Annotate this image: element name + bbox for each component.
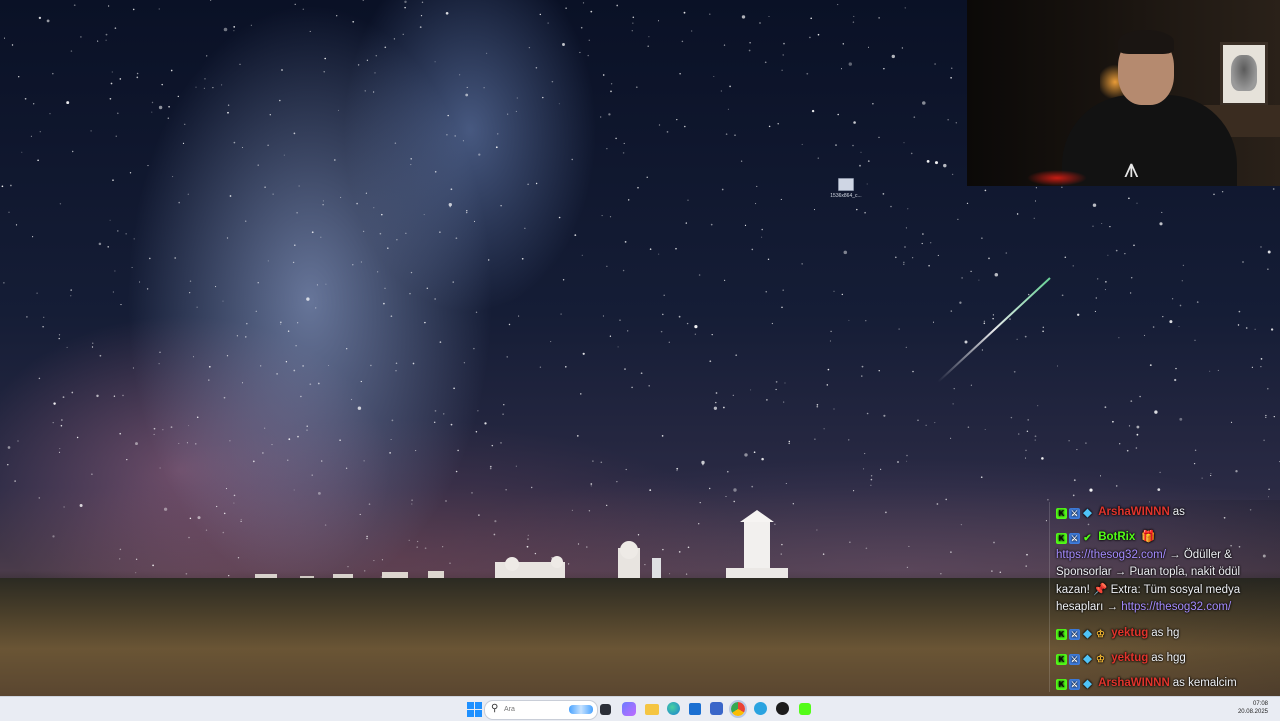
chat-username[interactable]: ArshaWINNN [1098, 677, 1170, 689]
gem-badge-icon: ◆ [1083, 507, 1092, 519]
chat-text: as hgg [1151, 652, 1186, 664]
search-icon: ⚲ [491, 703, 499, 714]
desktop-file-icon[interactable]: 1536x864_c... [826, 178, 866, 199]
meteor-streak [937, 277, 1051, 383]
clock-time: 07:08 [1252, 701, 1268, 707]
moderator-badge-icon: ⚔ [1069, 533, 1080, 544]
image-file-icon [838, 178, 854, 191]
search-input[interactable] [504, 703, 554, 715]
chat-link[interactable]: https://thesog32.com/ [1056, 549, 1166, 561]
edge-icon[interactable] [667, 702, 680, 715]
chat-username[interactable]: yektug [1111, 627, 1148, 639]
start-windows-icon[interactable] [466, 701, 482, 717]
desktop-file-label: 1536x864_c... [830, 193, 862, 199]
kick-badge-icon: K [1056, 679, 1067, 690]
pin-icon: 📌 [1093, 583, 1108, 596]
chat-text: as [1172, 506, 1185, 518]
gem-badge-icon: ◆ [1083, 653, 1092, 665]
tray-clock[interactable]: 07:08 20.08.2025 [1238, 700, 1268, 716]
chat-username[interactable]: ArshaWINNN [1098, 506, 1170, 518]
wall-picture [1220, 42, 1268, 106]
crown-badge-icon: ♔ [1096, 629, 1105, 640]
kick-badge-icon: K [1056, 508, 1067, 519]
chrome-icon[interactable] [729, 700, 747, 718]
file-explorer-icon[interactable] [645, 704, 659, 715]
taskbar-search-box[interactable]: ⚲ [484, 700, 598, 720]
streamer-hair [1118, 30, 1174, 54]
moderator-badge-icon: ⚔ [1069, 508, 1080, 519]
moderator-badge-icon: ⚔ [1069, 679, 1080, 690]
moderator-badge-icon: ⚔ [1069, 629, 1080, 640]
chat-username[interactable]: BotRix [1098, 531, 1135, 543]
gem-badge-icon: ◆ [1083, 678, 1092, 690]
webcam-overlay: ⩚ [967, 0, 1280, 186]
telegram-icon[interactable] [754, 702, 767, 715]
search-highlight-icon [569, 705, 593, 714]
chat-text: as hg [1151, 627, 1180, 639]
chat-message: K ⚔ ◆ ♔ yektug as hgg [1056, 650, 1272, 668]
obs-icon[interactable] [710, 702, 723, 715]
chat-message-bot: K ⚔ ✔ BotRix 🎁 https://thesog32.com/ → Ödül… [1056, 529, 1272, 617]
chat-message: K ⚔ ◆ ArshaWINNN as [1056, 504, 1272, 522]
kick-badge-icon: K [1056, 629, 1067, 640]
chat-divider [1049, 502, 1050, 692]
chat-link[interactable]: https://thesog32.com/ [1121, 601, 1231, 613]
crown-badge-icon: ♔ [1096, 654, 1105, 665]
spotify-like-icon[interactable] [776, 702, 789, 715]
clock-date: 20.08.2025 [1237, 709, 1268, 715]
verified-badge-icon: ✔ [1083, 533, 1092, 544]
kick-badge-icon: K [1056, 654, 1067, 665]
store-icon[interactable] [689, 703, 701, 715]
shirt-logo-icon: ⩚ [1124, 153, 1139, 183]
task-view-icon[interactable] [600, 704, 611, 715]
chat-message: K ⚔ ◆ ArshaWINNN as kemalcim [1056, 675, 1272, 693]
kick-badge-icon: K [1056, 533, 1067, 544]
red-light [1027, 170, 1087, 186]
kick-icon[interactable] [799, 703, 811, 715]
stream-chat-overlay: K ⚔ ◆ ArshaWINNN as K ⚔ ✔ BotRix 🎁 https://the… [1049, 500, 1280, 696]
chat-message: K ⚔ ◆ ♔ yektug as hg [1056, 625, 1272, 643]
widgets-icon[interactable] [622, 702, 636, 716]
chat-text: as kemalcim [1172, 677, 1237, 689]
chat-username[interactable]: yektug [1111, 652, 1148, 664]
moderator-badge-icon: ⚔ [1069, 654, 1080, 665]
gem-badge-icon: ◆ [1083, 628, 1092, 640]
gift-icon: 🎁 [1141, 531, 1156, 543]
windows-taskbar: ⚲ 07:08 20.08.2025 [0, 696, 1280, 721]
